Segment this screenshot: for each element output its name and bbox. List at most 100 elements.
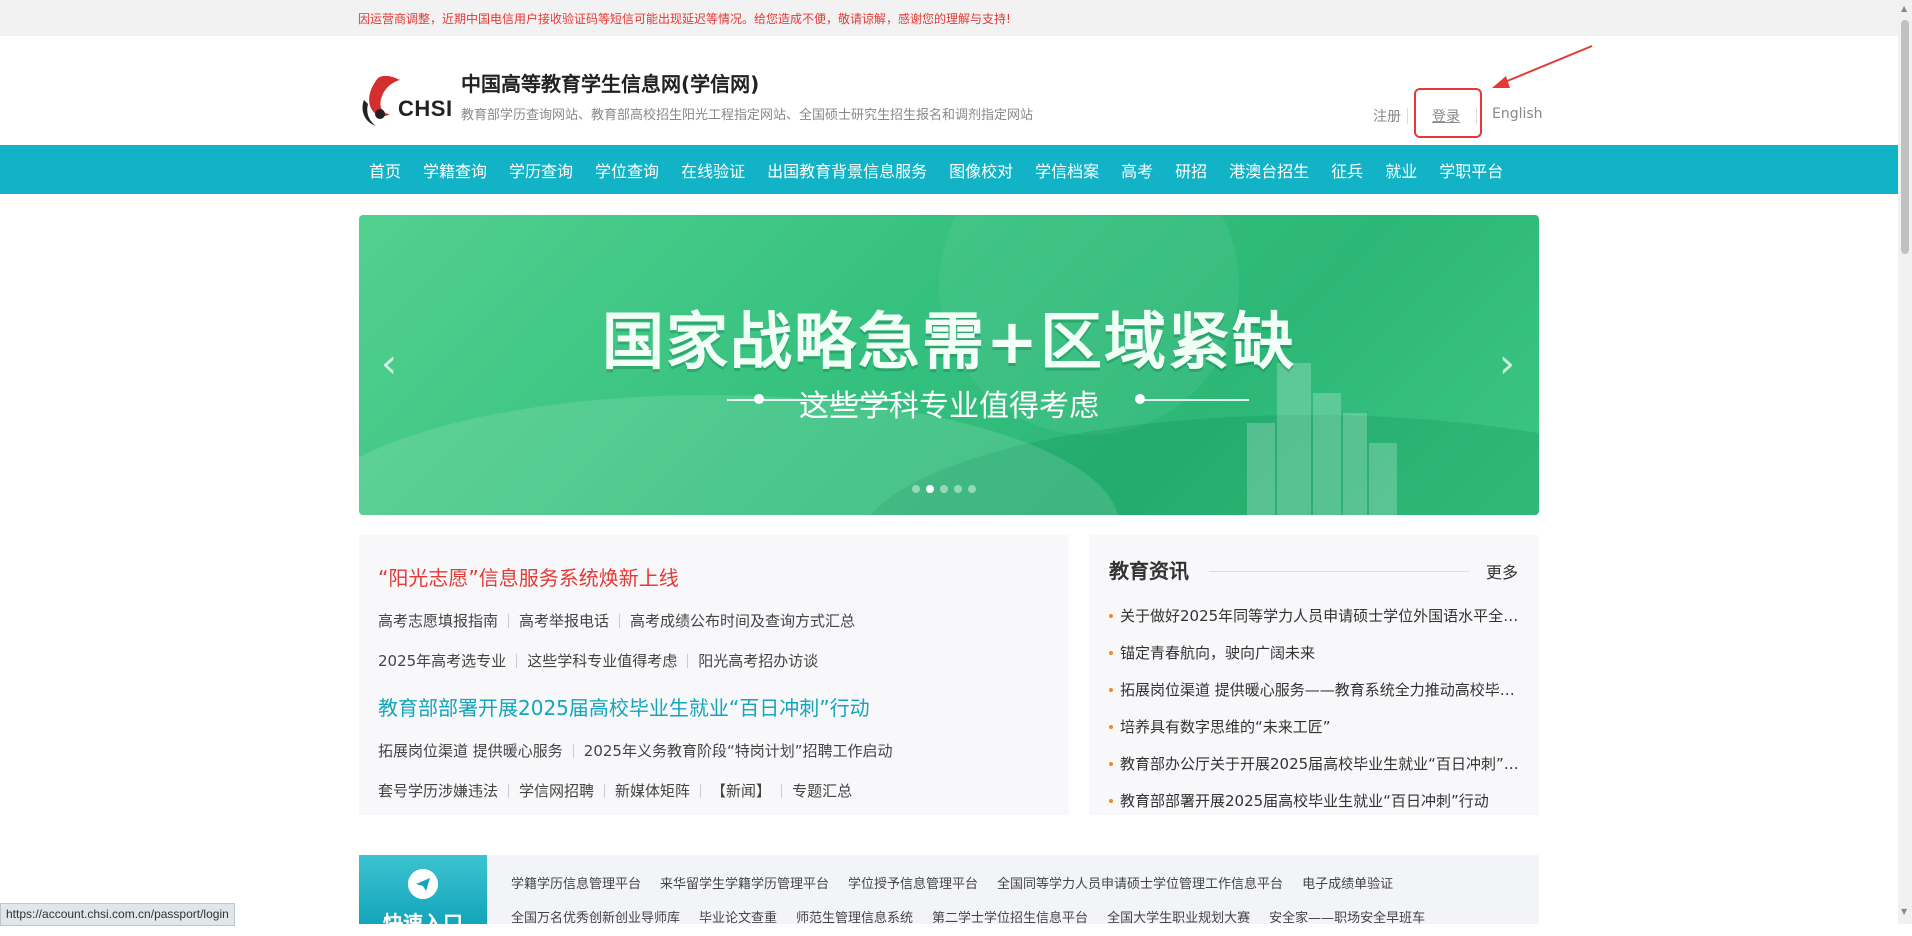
scroll-up-icon[interactable]: ▲ [1901, 4, 1907, 13]
quick-link[interactable]: 毕业论文查重 [699, 907, 777, 926]
divider [687, 653, 689, 668]
news-link[interactable]: 套号学历涉嫌违法 [378, 780, 498, 801]
quick-link[interactable]: 来华留学生学籍学历管理平台 [660, 873, 829, 892]
quick-link[interactable]: 师范生管理信息系统 [796, 907, 913, 926]
headline-yangguang[interactable]: “阳光志愿”信息服务系统焕新上线 [378, 562, 679, 591]
divider [1407, 108, 1408, 124]
quick-link[interactable]: 全国大学生职业规划大赛 [1107, 907, 1250, 926]
news-link[interactable]: 学信网招聘 [519, 780, 594, 801]
carousel-indicators [912, 485, 976, 493]
nav-item[interactable]: 出国教育背景信息服务 [756, 158, 938, 182]
divider [572, 743, 574, 758]
news-item-text: 拓展岗位渠道 提供暖心服务——教育系统全力推动高校毕业生就业 [1120, 681, 1519, 699]
education-news-panel: 教育资讯 更多 关于做好2025年同等学力人员申请硕士学位外国语水平全国统一考试… [1089, 535, 1539, 815]
news-link[interactable]: 阳光高考招办访谈 [698, 650, 818, 671]
divider [619, 613, 621, 628]
bullet-icon [1109, 614, 1113, 618]
annotation-arrow-icon [1492, 45, 1593, 88]
nav-item[interactable]: 学信档案 [1024, 158, 1110, 182]
nav-item[interactable]: 在线验证 [670, 158, 756, 182]
news-item-text: 关于做好2025年同等学力人员申请硕士学位外国语水平全国统一考试报名工作的通知 [1120, 607, 1519, 625]
news-link[interactable]: 拓展岗位渠道 提供暖心服务 [378, 740, 563, 761]
news-item[interactable]: 教育部部署开展2025届高校毕业生就业“百日冲刺”行动 [1109, 783, 1519, 820]
news-item[interactable]: 关于做好2025年同等学力人员申请硕士学位外国语水平全国统一考试报名工作的通知 [1109, 598, 1519, 635]
divider [604, 783, 606, 798]
banner-line [1139, 399, 1249, 401]
quick-link[interactable]: 第二学士学位招生信息平台 [932, 907, 1088, 926]
link-row: 拓展岗位渠道 提供暖心服务 2025年义务教育阶段“特岗计划”招聘工作启动 [378, 740, 893, 761]
nav-item[interactable]: 高考 [1110, 158, 1164, 182]
news-link[interactable]: 2025年高考选专业 [378, 650, 506, 671]
news-link[interactable]: 高考成绩公布时间及查询方式汇总 [630, 610, 855, 631]
carousel-dot[interactable] [940, 485, 948, 493]
quick-link[interactable]: 安全家——职场安全早班车 [1269, 907, 1425, 926]
nav-item[interactable]: 港澳台招生 [1218, 158, 1320, 182]
news-link[interactable]: 专题汇总 [792, 780, 852, 801]
logo-text: CHSI [398, 96, 453, 121]
news-item[interactable]: 拓展岗位渠道 提供暖心服务——教育系统全力推动高校毕业生就业 [1109, 672, 1519, 709]
carousel-dot[interactable] [954, 485, 962, 493]
nav-item[interactable]: 研招 [1164, 158, 1218, 182]
divider [508, 613, 510, 628]
nav-item[interactable]: 图像校对 [938, 158, 1024, 182]
link-row: 套号学历涉嫌违法 学信网招聘 新媒体矩阵 【新闻】 专题汇总 [378, 780, 852, 801]
news-more-link[interactable]: 更多 [1486, 559, 1518, 583]
bullet-icon [1109, 725, 1113, 729]
headline-employment[interactable]: 教育部部署开展2025届高校毕业生就业“百日冲刺”行动 [378, 692, 870, 721]
banner-next-icon[interactable]: › [1499, 341, 1515, 387]
banner-title: 国家战略急需+区域紧缺 [602, 305, 1296, 378]
site-title[interactable]: 中国高等教育学生信息网(学信网) [461, 68, 759, 97]
nav-item[interactable]: 首页 [360, 158, 412, 182]
quick-entry-tab[interactable]: 快速入口 [359, 855, 487, 935]
register-link[interactable]: 注册 [1373, 106, 1401, 126]
quick-link[interactable]: 电子成绩单验证 [1302, 873, 1393, 892]
quick-link-row: 学籍学历信息管理平台 来华留学生学籍学历管理平台 学位授予信息管理平台 全国同等学力人… [511, 873, 1412, 892]
nav-item[interactable]: 征兵 [1320, 158, 1374, 182]
carousel-dot[interactable] [926, 485, 934, 493]
quick-entry-label: 快速入口 [383, 911, 463, 935]
scroll-down-icon[interactable]: ▼ [1901, 907, 1907, 916]
nav-item[interactable]: 就业 [1374, 158, 1428, 182]
carousel-dot[interactable] [912, 485, 920, 493]
banner-prev-icon[interactable]: ‹ [381, 341, 397, 387]
news-item[interactable]: 培养具有数字思维的“未来工匠” [1109, 709, 1519, 746]
nav-item[interactable]: 学职平台 [1428, 158, 1514, 182]
featured-panel: “阳光志愿”信息服务系统焕新上线 高考志愿填报指南 高考举报电话 高考成绩公布时间及… [359, 535, 1069, 815]
nav-list: 首页 学籍查询 学历查询 学位查询 在线验证 出国教育背景信息服务 图像校对 学信档案 高考 研招… [360, 145, 1514, 194]
quick-link[interactable]: 全国同等学力人员申请硕士学位管理工作信息平台 [997, 873, 1283, 892]
main-nav: 首页 学籍查询 学历查询 学位查询 在线验证 出国教育背景信息服务 图像校对 学信档案 高考 研招… [0, 145, 1898, 194]
nav-item[interactable]: 学籍查询 [412, 158, 498, 182]
english-link[interactable]: English [1492, 106, 1543, 122]
news-link[interactable]: 高考举报电话 [519, 610, 609, 631]
quick-link[interactable]: 全国万名优秀创新创业导师库 [511, 907, 680, 926]
page-scrollbar[interactable]: ▲ ▼ [1898, 0, 1912, 924]
bullet-icon [1109, 688, 1113, 692]
quick-link[interactable]: 学籍学历信息管理平台 [511, 873, 641, 892]
divider [1209, 571, 1469, 572]
scrollbar-thumb[interactable] [1901, 20, 1909, 254]
news-link[interactable]: 2025年义务教育阶段“特岗计划”招聘工作启动 [584, 740, 893, 761]
link-row: 2025年高考选专业 这些学科专业值得考虑 阳光高考招办访谈 [378, 650, 818, 671]
news-item[interactable]: 教育部办公厅关于开展2025届高校毕业生就业“百日冲刺”行动的通知 [1109, 746, 1519, 783]
banner-subtitle: 这些学科专业值得考虑 [799, 389, 1099, 424]
notice-text: 因运营商调整，近期中国电信用户接收验证码等短信可能出现延迟等情况。给您造成不便，… [358, 12, 1011, 26]
link-row: 高考志愿填报指南 高考举报电话 高考成绩公布时间及查询方式汇总 [378, 610, 855, 631]
news-item-text: 教育部办公厅关于开展2025届高校毕业生就业“百日冲刺”行动的通知 [1120, 755, 1519, 773]
news-link[interactable]: 新媒体矩阵 [615, 780, 690, 801]
banner-carousel[interactable]: 国家战略急需+区域紧缺 这些学科专业值得考虑 ‹ › [359, 215, 1539, 515]
news-link[interactable]: 高考志愿填报指南 [378, 610, 498, 631]
divider [508, 783, 510, 798]
nav-item[interactable]: 学位查询 [584, 158, 670, 182]
carousel-dot[interactable] [968, 485, 976, 493]
news-link[interactable]: 【新闻】 [711, 780, 771, 801]
news-item-text: 锚定青春航向，驶向广阔未来 [1120, 644, 1316, 662]
quick-link[interactable]: 学位授予信息管理平台 [848, 873, 978, 892]
site-subtitle: 教育部学历查询网站、教育部高校招生阳光工程指定网站、全国硕士研究生招生报名和调剂… [461, 108, 1034, 123]
quick-link-row: 全国万名优秀创新创业导师库 毕业论文查重 师范生管理信息系统 第二学士学位招生信息平台… [511, 907, 1444, 926]
nav-item[interactable]: 学历查询 [498, 158, 584, 182]
news-item[interactable]: 锚定青春航向，驶向广阔未来 [1109, 635, 1519, 672]
banner-line-dot [1135, 394, 1145, 404]
news-link[interactable]: 这些学科专业值得考虑 [527, 650, 677, 671]
bullet-icon [1109, 799, 1113, 803]
news-item-text: 教育部部署开展2025届高校毕业生就业“百日冲刺”行动 [1120, 792, 1489, 810]
